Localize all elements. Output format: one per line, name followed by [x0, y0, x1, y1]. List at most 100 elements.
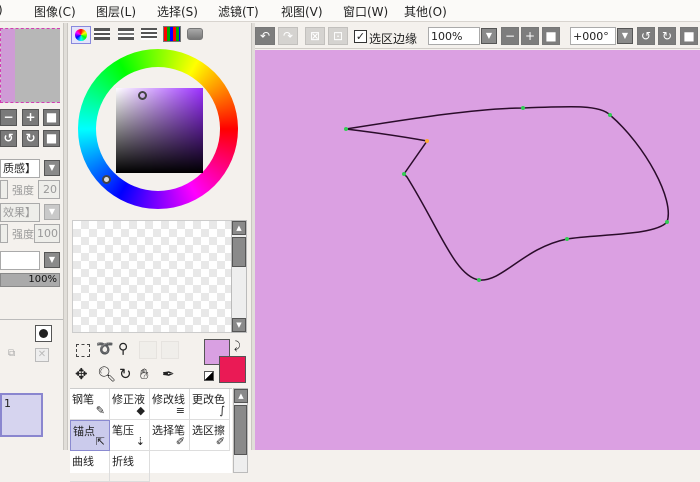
scratch-pad-area[interactable] — [72, 220, 232, 333]
rotate-ccw-button[interactable]: ↺ — [637, 27, 655, 45]
secondary-color-swatch[interactable] — [219, 356, 246, 383]
selection-edge-checkbox[interactable]: ✓ — [354, 30, 367, 43]
zoom-in-button[interactable]: + — [521, 27, 539, 45]
anchor-point[interactable] — [425, 139, 429, 143]
scrollbar-thumb[interactable] — [232, 237, 246, 267]
anchor-point[interactable] — [477, 278, 481, 282]
zoom-dropdown-button[interactable]: ▼ — [481, 28, 497, 44]
rotate-cw-button[interactable]: ↻ — [658, 27, 676, 45]
effect-strength-label: 强度 — [12, 228, 34, 241]
texture-dropdown-button[interactable]: ▼ — [44, 160, 60, 176]
texture-strength-label: 强度 — [12, 184, 34, 197]
texture-strength-field[interactable]: 20 — [38, 180, 60, 199]
rotate-reset-button[interactable]: ■ — [43, 130, 60, 147]
menu-item-select[interactable]: 选择(S) — [157, 3, 198, 20]
intermediate-color-tab-icon[interactable] — [141, 28, 157, 40]
menu-item-layer[interactable]: 图层(L) — [96, 3, 136, 20]
tool-pen[interactable]: 钢笔 ✎ — [70, 389, 110, 420]
texture-select[interactable]: 质感】 — [0, 159, 40, 178]
anchor-point[interactable] — [344, 127, 348, 131]
tool-correction[interactable]: 修正液 ◆ — [110, 389, 150, 420]
rotate-cw-button[interactable]: ↻ — [22, 130, 39, 147]
effect-select[interactable]: 效果】 — [0, 203, 40, 222]
zoom-in-button[interactable]: + — [22, 109, 39, 126]
closed-curve-path[interactable] — [345, 105, 669, 281]
invert-selection-button[interactable]: ⊡ — [328, 27, 348, 45]
sv-picker-handle[interactable] — [138, 91, 147, 100]
scratch-pad-scrollbar[interactable]: ▲ ▼ — [231, 220, 247, 333]
layer-item[interactable]: 1 — [0, 393, 43, 437]
layer-mask-button[interactable] — [35, 325, 52, 342]
scroll-up-button[interactable]: ▲ — [234, 389, 248, 403]
menu-item-cut[interactable]: ) — [0, 3, 3, 17]
tool-select-eraser[interactable]: 选区擦 ✐ — [190, 420, 230, 451]
anchor-point[interactable] — [608, 113, 612, 117]
tool-modify-line[interactable]: 修改线 ≡ — [150, 389, 190, 420]
anchor-point[interactable] — [521, 106, 525, 110]
saturation-value-square[interactable] — [116, 88, 203, 173]
rotate-ccw-button[interactable]: ↺ — [0, 130, 17, 147]
opacity-slider[interactable]: 100% — [0, 273, 60, 287]
texture-scale-field[interactable] — [0, 180, 8, 199]
delete-layer-icon[interactable]: ✕ — [35, 348, 49, 362]
zoom-level-field[interactable]: 100% — [428, 27, 480, 45]
blend-mode-select[interactable] — [0, 251, 40, 270]
anchor-point[interactable] — [665, 220, 669, 224]
rotation-dropdown-button[interactable]: ▼ — [617, 28, 633, 44]
zoom-out-button[interactable]: − — [0, 109, 17, 126]
anchor-point[interactable] — [565, 237, 569, 241]
scroll-up-button[interactable]: ▲ — [232, 221, 246, 235]
menu-item-filter[interactable]: 滤镜(T) — [218, 3, 259, 20]
scratch-pad-tab-icon[interactable] — [187, 28, 203, 40]
effect-strength-field[interactable]: 100 — [34, 224, 60, 243]
swatch-tab-icon[interactable] — [163, 26, 181, 42]
hsv-slider-tab-icon[interactable] — [118, 28, 134, 40]
magic-wand-icon[interactable]: ⚲ — [118, 341, 128, 357]
pressure-icon: ⇣ — [135, 435, 145, 448]
lasso-select-icon[interactable]: ➰ — [96, 341, 113, 357]
effect-dropdown-button[interactable]: ▼ — [44, 204, 60, 220]
eyedropper-tool-icon[interactable]: ✒ — [162, 365, 175, 383]
navigator-thumbnail[interactable] — [0, 28, 60, 103]
anchor-point[interactable] — [402, 172, 406, 176]
layer-move-icon[interactable]: ⧉ — [8, 348, 15, 359]
tool-change-color[interactable]: 更改色 ∫ — [190, 389, 230, 420]
menu-item-other[interactable]: 其他(O) — [404, 3, 447, 20]
tool-pressure[interactable]: 笔压 ⇣ — [110, 420, 150, 451]
tool-label: 锚点 — [73, 425, 95, 438]
reset-colors-icon[interactable] — [204, 371, 214, 381]
rotation-reset-button[interactable]: ■ — [680, 27, 698, 45]
hue-picker-handle[interactable] — [102, 175, 111, 184]
zoom-reset-button[interactable]: ■ — [542, 27, 560, 45]
deselect-button[interactable]: ⊠ — [305, 27, 325, 45]
scroll-down-button[interactable]: ▼ — [232, 318, 246, 332]
scrollbar-thumb[interactable] — [234, 405, 247, 455]
rgb-slider-tab-icon[interactable] — [94, 28, 110, 40]
pen-icon: ✎ — [95, 404, 105, 417]
blend-mode-dropdown-button[interactable]: ▼ — [44, 252, 60, 268]
canvas[interactable] — [255, 50, 700, 450]
tool-anchor[interactable]: 锚点 ⇱ — [70, 420, 110, 451]
redo-button[interactable]: ↷ — [278, 27, 298, 45]
divider — [0, 319, 63, 320]
move-tool-icon[interactable]: ✥ — [75, 365, 88, 383]
zoom-reset-button[interactable]: ■ — [43, 109, 60, 126]
tool-select-pen[interactable]: 选择笔 ✐ — [150, 420, 190, 451]
effect-scale-field[interactable] — [0, 224, 8, 243]
hand-tool-icon[interactable]: ✋︎ — [140, 365, 149, 383]
tool-polyline[interactable]: 折线 — [110, 451, 150, 482]
rotate-tool-icon[interactable]: ↻ — [119, 365, 132, 383]
menu-item-image[interactable]: 图像(C) — [34, 3, 76, 20]
undo-button[interactable]: ↶ — [255, 27, 275, 45]
tool-grid-scrollbar[interactable]: ▲ — [233, 388, 248, 473]
color-wheel-icon — [75, 29, 87, 41]
tool-curve[interactable]: 曲线 — [70, 451, 110, 482]
zoom-tool-icon[interactable]: 🔍︎ — [97, 365, 116, 383]
color-wheel-tab[interactable] — [71, 26, 91, 44]
swap-colors-icon[interactable]: ⤸ — [234, 339, 241, 353]
menu-item-view[interactable]: 视图(V) — [281, 3, 323, 20]
rect-select-icon[interactable] — [76, 344, 90, 357]
zoom-out-button[interactable]: − — [501, 27, 519, 45]
menu-item-window[interactable]: 窗口(W) — [343, 3, 388, 20]
rotation-field[interactable]: +000° — [570, 27, 616, 45]
